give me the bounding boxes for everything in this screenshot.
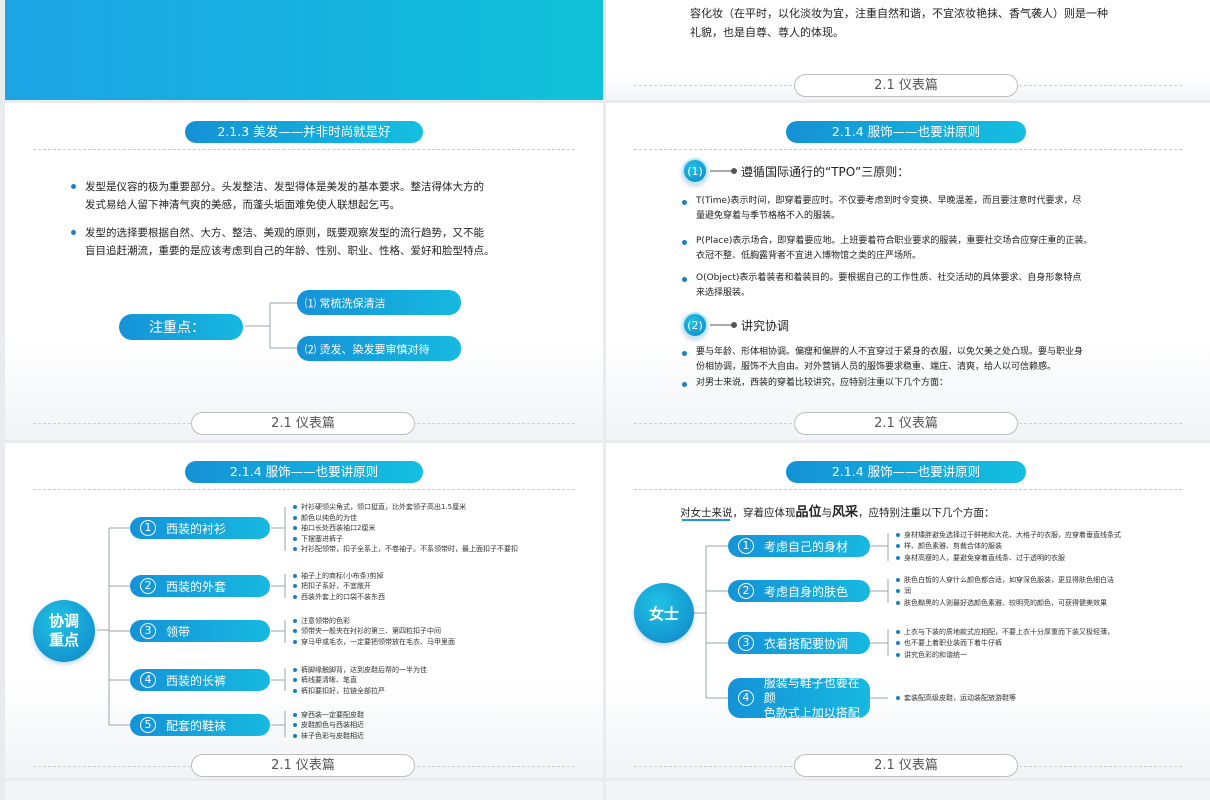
tree-node: 4 服装与鞋子也要在颜 色款式上加以搭配 [728,676,870,721]
tree-node: 2 西装的外套 [130,575,270,597]
tree-node: 4 西装的长裤 [130,669,270,691]
tree-node-number: 3 [738,635,754,651]
note-item: 领带夹一般夹在衬衫的第三、第四粒扣子中间 [293,627,441,635]
slide-next-right [606,781,1210,800]
slide-banner [5,0,603,100]
note-item: 西装外套上的口袋不装东西 [293,592,385,601]
bullet-paragraph: 要与年龄、形体相协调。偏瘦和偏胖的人不宜穿过于紧身的衣服，以免欠美之处凸现。要与… [681,345,1083,375]
slide-women-dress: 2.1.4 服饰——也要讲原则 对女士来说，穿着应体现品位与风采，应特别注重以下… [606,443,1210,778]
tree-node-label: 西装的外套 [166,579,227,594]
tree-node-number: 4 [738,690,754,706]
tree-node-label: 领带 [166,624,191,639]
tree-node: 2 考虑自身的肤色 [728,580,870,602]
tree-node-number: 2 [738,583,754,599]
bullet-paragraph: T(Time)表示时间，即穿着要应时。不仅要考虑到时令变换、早晚温差，而且要注意… [682,194,1082,224]
note-item: 裤脚缘触脚背，达到皮鞋后帮的一半为佳 [293,665,427,674]
note-item: 样、颜色素雅、剪裁合体的服装 [896,542,1002,550]
note-item: 下摆塞进裤子 [293,534,343,543]
tree-node-label: 衣着搭配要协调 [764,636,849,651]
tree-node: 3 领带 [130,620,270,642]
note-item: 皮鞋颜色与西装相近 [293,721,364,729]
note-item: 套装配高级皮鞋，运动装配旅游鞋等 [896,694,1016,702]
tree-node-label: 考虑自己的身材 [764,539,849,554]
note-item: 注意领带的色彩 [293,616,350,625]
footer-label: 2.1 仪表篇 [794,74,1018,97]
tree-node: 3 衣着搭配要协调 [728,632,870,654]
footer-label: 2.1 仪表篇 [794,754,1018,777]
note-item: 裤线要清晰、笔直 [293,676,357,684]
tree-node-label: 西装的长裤 [166,673,227,688]
note-item: 身材矮胖避免选择过于鲜艳和大花、大格子的衣服，应穿着垂直线条式 [896,530,1121,539]
note-item: 袜子色彩与皮鞋相近 [293,731,364,740]
tree-node-label: 服装与鞋子也要在颜 色款式上加以搭配 [764,676,870,721]
footer-label: 2.1 仪表篇 [794,412,1018,435]
key-point-item: ⑴ 常梳洗保清洁 [297,290,461,315]
note-item: 身材高瘦的人，要避免穿着直线条、过于透明的衣服 [896,553,1065,562]
tree-node: 5 配套的鞋袜 [130,714,270,736]
slide-hair: 2.1.3 美发——并非时尚就是好 发型是仪容的极为重要部分。头发整洁、发型得体… [5,103,603,440]
section-title: 讲究协调 [741,319,790,333]
note-item: 颜色以纯色的为佳 [293,513,357,522]
slide-next-left [5,781,603,800]
bullet-paragraph: 对男士来说，西装的穿着比较讲究，应特别注重以下几个方面： [681,376,948,391]
bullet-paragraph: O(Object)表示着装者和着装目的。要根据自己的工作性质、社交活动的具体要求… [681,271,1081,301]
key-point-item: ⑵ 烫发、染发要审慎对待 [297,336,461,361]
tree-node-number: 5 [140,717,156,733]
note-item: 讲究色彩的和谐统一 [896,650,967,659]
section-number: (2) [682,312,708,338]
note-item: 也不要上着职业装而下着牛仔裤 [896,639,1002,647]
bullet-paragraph: P(Place)表示场合，即穿着要应地。上班要着符合职业要求的服装，重要社交场合… [681,234,1092,264]
tree-node-label: 考虑自身的肤色 [764,584,849,599]
note-item: 润 [896,587,911,595]
body-text: 容化妆（在平时，以化淡妆为宜，注重自然和谐，不宜浓妆艳抹、香气袭人）则是一种 礼… [690,7,1108,39]
key-points-label: 注重点： [119,314,243,340]
slide-tpo: 2.1.4 服饰——也要讲原则 (1) 遵循国际通行的“TPO”三原则： T(T… [606,103,1210,440]
footer-label: 2.1 仪表篇 [191,754,415,777]
note-item: 穿马甲或毛衣，一定要把领带放在毛衣、马甲里面 [293,637,455,646]
tree-connectors [692,533,889,699]
footer-label: 2.1 仪表篇 [191,412,415,435]
tree-node: 1 西装的衬衫 [130,517,270,539]
tree-node-label-line: 色款式上加以搭配 [763,705,860,720]
tree-node-label-line: 服装与鞋子也要在颜 [763,675,860,705]
slide-makeup-tail: 容化妆（在平时，以化淡妆为宜，注重自然和谐，不宜浓妆艳抹、香气袭人）则是一种 礼… [606,0,1210,100]
tree-node-number: 2 [140,578,156,594]
note-item: 袖子上的商标(小布条)剪掉 [292,571,384,580]
tree-node-number: 3 [140,623,156,639]
note-item: 肤色白皙的人穿什么颜色都合适，如穿深色服装，更显得肤色细白洁 [896,575,1114,584]
note-item: 衬衫硬领尖角式，领口挺直，比外套领子高出1.5厘米 [292,503,467,511]
note-item: 穿西装一定要配皮鞋 [293,710,364,719]
note-item: 裤扣要扣好，拉链全部拉严 [293,686,385,695]
note-item: 肤色黝黑的人则最好选颜色素雅、较明亮的颜色，可获得健美效果 [896,598,1107,607]
note-item: 把扣子系好，不宜敞开 [293,582,371,590]
tree-node-label: 配套的鞋袜 [166,718,227,733]
center-node: 女士 [634,583,694,643]
note-item: 袖口长处西装袖口2厘米 [292,524,376,532]
section-title: 遵循国际通行的“TPO”三原则： [741,165,910,179]
slide-men-suit: 2.1.4 服饰——也要讲原则 协调重点 1 西装的衬衫 衬衫硬领尖角式，领口挺直，… [5,443,603,778]
note-item: 上衣与下装的质地款式应相配，不要上衣十分厚重而下装又极轻薄， [896,627,1114,636]
tree-node: 1 考虑自己的身材 [728,535,870,557]
tree-node-number: 1 [140,520,156,536]
tree-node-number: 1 [738,538,754,554]
center-node: 协调重点 [33,600,95,662]
connector-lines [245,302,298,349]
note-item: 衬衫配领带，扣子全系上，不卷袖子。不系领带时，最上面扣子不要扣 [293,545,518,553]
tree-node-number: 4 [140,672,156,688]
tree-node-label: 西装的衬衫 [166,521,227,536]
